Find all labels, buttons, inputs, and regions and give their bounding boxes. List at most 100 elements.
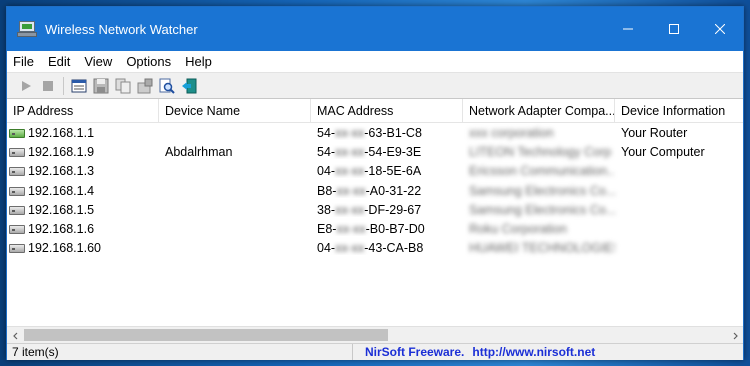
scrollbar-thumb[interactable] [24, 329, 388, 341]
router-icon [9, 127, 25, 139]
horizontal-scrollbar[interactable] [7, 326, 743, 343]
ip-cell: 192.168.1.3 [28, 164, 95, 179]
mac-suffix: -54-E9-3E [364, 144, 422, 159]
ip-cell: 192.168.1.4 [28, 183, 95, 198]
minimize-button[interactable] [605, 7, 651, 51]
chevron-left-icon [12, 332, 17, 339]
column-mac-address[interactable]: MAC Address [311, 99, 463, 122]
mac-prefix: B8- [317, 183, 337, 198]
play-icon [22, 80, 31, 91]
nirsoft-link[interactable]: NirSoft Freeware. http://www.nirsoft.net [353, 344, 603, 360]
mac-suffix: -A0-31-22 [365, 183, 422, 198]
table-row[interactable]: 192.168.1.3 04-xx-xx-18-5E-6A Ericsson C… [7, 162, 743, 181]
mac-prefix: 54- [317, 144, 336, 159]
maximize-icon [669, 24, 679, 34]
mac-cell: 54-xx-xx-63-B1-C8 [311, 126, 463, 140]
vendor-cell: Samsung Electronics Co... [469, 183, 615, 198]
table-row[interactable]: 192.168.1.9 Abdalrhman 54-xx-xx-54-E9-3E… [7, 142, 743, 161]
info-cell: Your Router [621, 125, 688, 140]
ip-cell: 192.168.1.60 [28, 241, 101, 256]
list-header: IP Address Device Name MAC Address Netwo… [7, 99, 743, 123]
vendor-cell: xxx corporation [469, 125, 554, 140]
scroll-right-button[interactable] [726, 327, 743, 344]
mac-cell: B8-xx-xx-A0-31-22 [311, 184, 463, 198]
mac-cell: E8-xx-xx-B0-B7-D0 [311, 222, 463, 236]
mac-hidden: xx-xx [335, 164, 365, 179]
ip-cell: 192.168.1.6 [28, 222, 95, 237]
mac-suffix: -DF-29-67 [364, 202, 422, 217]
mac-cell: 54-xx-xx-54-E9-3E [311, 145, 463, 159]
computer-icon [9, 146, 25, 158]
column-ip-address[interactable]: IP Address [7, 99, 159, 122]
find-button[interactable] [156, 75, 178, 97]
window-title: Wireless Network Watcher [45, 21, 198, 37]
chevron-right-icon [733, 332, 738, 339]
stop-icon [43, 80, 53, 91]
mac-suffix: -63-B1-C8 [364, 125, 422, 140]
start-button[interactable] [15, 75, 37, 97]
maximize-button[interactable] [651, 7, 697, 51]
menu-options[interactable]: Options [119, 51, 178, 73]
mac-cell: 04-xx-xx-43-CA-B8 [311, 241, 463, 255]
save-icon [93, 78, 109, 93]
menu-edit[interactable]: Edit [41, 51, 77, 73]
device-list[interactable]: IP Address Device Name MAC Address Netwo… [7, 99, 743, 326]
properties-button[interactable] [68, 75, 90, 97]
menu-help[interactable]: Help [178, 51, 219, 73]
title-bar[interactable]: Wireless Network Watcher [7, 7, 743, 51]
close-icon [715, 24, 725, 34]
ip-cell: 192.168.1.5 [28, 202, 95, 217]
mac-prefix: 04- [317, 241, 336, 256]
mac-hidden: xx-xx [335, 125, 365, 140]
mac-prefix: E8- [317, 222, 337, 237]
menu-file[interactable]: File [7, 51, 41, 73]
table-row[interactable]: 192.168.1.1 54-xx-xx-63-B1-C8 xxx corpor… [7, 123, 743, 142]
table-row[interactable]: 192.168.1.5 38-xx-xx-DF-29-67 Samsung El… [7, 200, 743, 219]
device-name-cell: Abdalrhman [165, 144, 233, 159]
vendor-cell: Samsung Electronics Co... [469, 202, 615, 217]
ip-cell: 192.168.1.9 [28, 144, 95, 159]
mac-suffix: -B0-B7-D0 [365, 222, 425, 237]
exit-icon [182, 78, 197, 93]
vendor-cell: HUAWEI TECHNOLOGIES... [469, 241, 615, 256]
mac-hidden: xx-xx [336, 183, 366, 198]
device-icon [9, 185, 25, 197]
vendor-cell: LITEON Technology Corp [469, 144, 612, 159]
save-button[interactable] [90, 75, 112, 97]
mac-cell: 38-xx-xx-DF-29-67 [311, 203, 463, 217]
minimize-icon [623, 28, 633, 30]
toolbar [7, 73, 743, 99]
table-row[interactable]: 192.168.1.6 E8-xx-xx-B0-B7-D0 Roku Corpo… [7, 219, 743, 238]
mac-prefix: 38- [317, 202, 336, 217]
mac-hidden: xx-xx [336, 222, 366, 237]
device-icon [9, 165, 25, 177]
scroll-left-button[interactable] [7, 327, 24, 344]
exit-button[interactable] [178, 75, 200, 97]
options-button[interactable] [134, 75, 156, 97]
vendor-cell: Roku Corporation [469, 222, 567, 237]
toolbar-separator [63, 76, 64, 95]
table-row[interactable]: 192.168.1.4 B8-xx-xx-A0-31-22 Samsung El… [7, 181, 743, 200]
device-icon [9, 223, 25, 235]
copy-icon [115, 78, 131, 93]
device-icon [9, 242, 25, 254]
table-row[interactable]: 192.168.1.60 04-xx-xx-43-CA-B8 HUAWEI TE… [7, 239, 743, 258]
status-bar: 7 item(s) NirSoft Freeware. http://www.ni… [7, 343, 743, 360]
app-icon[interactable] [17, 19, 37, 39]
ip-cell: 192.168.1.1 [28, 125, 95, 140]
close-button[interactable] [697, 7, 743, 51]
column-device-information[interactable]: Device Information [615, 99, 743, 122]
app-window: Wireless Network Watcher File Edit View … [6, 6, 744, 360]
mac-hidden: xx-xx [335, 241, 365, 256]
menu-view[interactable]: View [77, 51, 119, 73]
column-adapter-company[interactable]: Network Adapter Compa... [463, 99, 615, 122]
properties-icon [71, 79, 87, 92]
mac-cell: 04-xx-xx-18-5E-6A [311, 164, 463, 178]
stop-button[interactable] [37, 75, 59, 97]
mac-hidden: xx-xx [335, 144, 365, 159]
column-device-name[interactable]: Device Name [159, 99, 311, 122]
link-url[interactable]: http://www.nirsoft.net [472, 345, 595, 359]
copy-button[interactable] [112, 75, 134, 97]
options-icon [137, 78, 153, 93]
mac-suffix: -43-CA-B8 [364, 241, 424, 256]
